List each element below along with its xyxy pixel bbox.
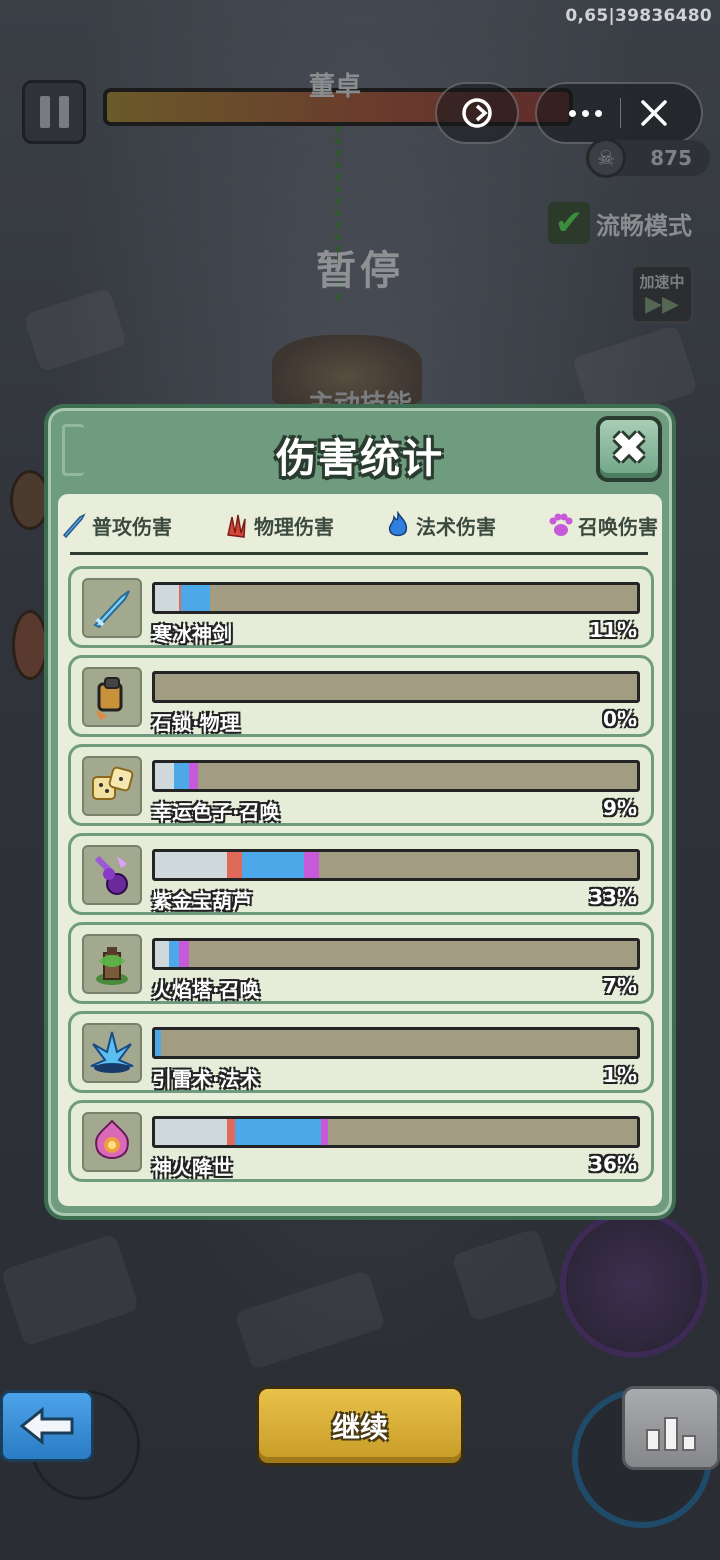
skull-icon: ☠ xyxy=(586,138,626,178)
damage-percent: 36% xyxy=(589,1152,637,1176)
damage-row: 火焰塔·召唤 7% xyxy=(68,922,654,1004)
smooth-mode-label: 流畅模式 xyxy=(596,211,692,240)
share-icon xyxy=(462,98,492,128)
damage-segment xyxy=(155,1030,161,1056)
paused-title: 暂停 xyxy=(316,248,404,294)
damage-bar xyxy=(152,760,640,792)
damage-bar xyxy=(152,1027,640,1059)
damage-segment xyxy=(227,852,242,878)
damage-legend: 普攻伤害 物理伤害 法术伤害 召唤伤害 xyxy=(58,508,662,542)
ultimate-skill-icon[interactable] xyxy=(560,1210,708,1358)
damage-bar xyxy=(152,671,640,703)
damage-row: 幸运色子·召唤 9% xyxy=(68,744,654,826)
continue-button[interactable]: 继续 xyxy=(256,1386,464,1466)
legend-item-summon: 召唤伤害 xyxy=(546,508,658,542)
boss-name: 董卓 xyxy=(308,72,361,102)
damage-segment xyxy=(321,1119,329,1145)
kill-counter: ☠ 875 xyxy=(586,138,710,178)
skill-name: 神火降世 xyxy=(152,1156,232,1180)
mini-program-capsule xyxy=(535,82,703,144)
close-icon[interactable] xyxy=(639,98,669,128)
thunder-icon xyxy=(82,1023,142,1083)
damage-percent: 33% xyxy=(589,885,637,909)
damage-segment xyxy=(174,763,189,789)
damage-segment xyxy=(155,585,180,611)
back-arrow-icon xyxy=(19,1406,74,1446)
legend-item-physical: 物理伤害 xyxy=(222,508,334,542)
damage-row: 紫金宝葫芦 33% xyxy=(68,833,654,915)
flame-icon xyxy=(384,511,412,539)
damage-segment xyxy=(188,763,199,789)
damage-percent: 7% xyxy=(603,974,637,998)
damage-bar xyxy=(152,582,640,614)
damage-segment xyxy=(304,852,319,878)
modal-title: 伤害统计 xyxy=(276,436,444,482)
damage-row: 引雷术·法术 1% xyxy=(68,1011,654,1093)
damage-percent: 1% xyxy=(603,1063,637,1087)
damage-bar xyxy=(152,849,640,881)
damage-row: 寒冰神剑 11% xyxy=(68,566,654,648)
dice-icon xyxy=(82,756,142,816)
status-text: 0,65|39836480 xyxy=(565,6,712,26)
kill-count-value: 875 xyxy=(650,146,692,170)
pause-button[interactable] xyxy=(22,80,86,144)
damage-percent: 9% xyxy=(603,796,637,820)
ice-sword-icon xyxy=(82,578,142,638)
damage-segment xyxy=(234,1119,322,1145)
paw-icon xyxy=(546,511,574,539)
gourd-icon xyxy=(82,845,142,905)
damage-row: 神火降世 36% xyxy=(68,1100,654,1182)
share-capsule-button[interactable] xyxy=(435,82,519,144)
legend-item-magic: 法术伤害 xyxy=(384,508,496,542)
skill-name: 紫金宝葫芦 xyxy=(152,889,252,913)
damage-percent: 0% xyxy=(603,707,637,731)
damage-bar xyxy=(152,1116,640,1148)
stats-button[interactable] xyxy=(622,1386,720,1470)
damage-stats-modal: 伤害统计 ✖ 普攻伤害 物理伤害 法术伤害 召唤伤害 寒冰神剑 11% 石锁·物… xyxy=(44,404,676,1220)
back-button[interactable] xyxy=(0,1390,94,1462)
damage-percent: 11% xyxy=(589,618,637,642)
damage-segment xyxy=(241,852,305,878)
skill-name: 石锁·物理 xyxy=(152,711,240,735)
damage-segment xyxy=(179,941,189,967)
fire-tower-icon xyxy=(82,934,142,994)
close-icon: ✖ xyxy=(610,423,648,474)
damage-segment xyxy=(155,1119,228,1145)
stone-lock-icon xyxy=(82,667,142,727)
skill-name: 幸运色子·召唤 xyxy=(152,800,280,824)
more-icon[interactable] xyxy=(569,109,602,117)
close-button[interactable]: ✖ xyxy=(596,416,662,482)
skill-name: 寒冰神剑 xyxy=(152,622,232,646)
podium-icon xyxy=(646,1429,660,1451)
damage-bar xyxy=(152,938,640,970)
damage-segment xyxy=(155,941,170,967)
damage-segment xyxy=(227,1119,235,1145)
side-skill-icon xyxy=(12,610,48,680)
damage-segment xyxy=(155,763,175,789)
damage-list: 寒冰神剑 11% 石锁·物理 0% 幸运色子·召唤 9% 紫金宝葫芦 33% 火… xyxy=(68,566,654,1189)
sword-icon xyxy=(60,511,88,539)
damage-segment xyxy=(155,852,228,878)
damage-segment xyxy=(181,585,210,611)
modal-content: 普攻伤害 物理伤害 法术伤害 召唤伤害 寒冰神剑 11% 石锁·物理 0% 幸运… xyxy=(58,494,662,1206)
skill-name: 引雷术·法术 xyxy=(152,1067,260,1091)
skill-name: 火焰塔·召唤 xyxy=(152,978,260,1002)
damage-row: 石锁·物理 0% xyxy=(68,655,654,737)
damage-segment xyxy=(169,941,180,967)
divine-fire-icon xyxy=(82,1112,142,1172)
legend-item-normal: 普攻伤害 xyxy=(60,508,172,542)
claw-icon xyxy=(222,511,250,539)
legend-divider xyxy=(70,552,648,555)
